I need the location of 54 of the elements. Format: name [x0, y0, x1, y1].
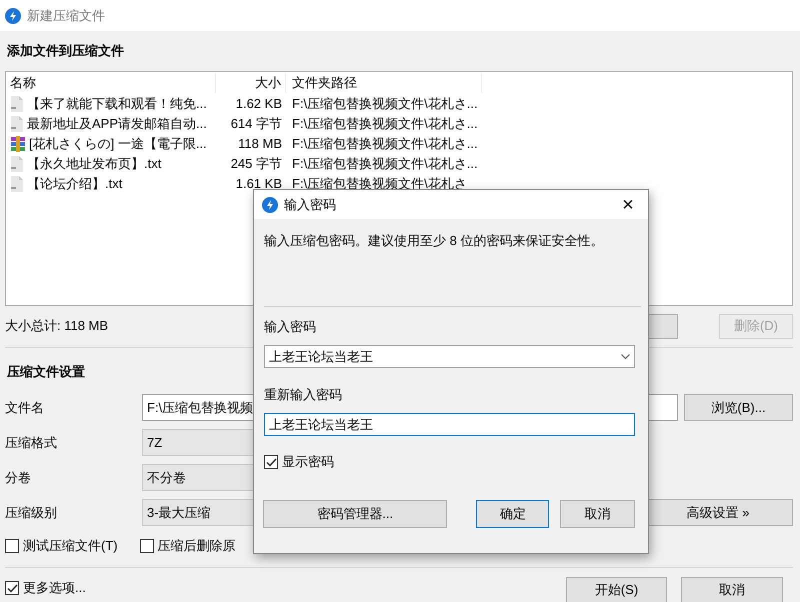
- field-label: 输入密码: [264, 318, 317, 336]
- folder-path: F:\压缩包替换视频文件\花札さ...: [291, 95, 479, 114]
- archive-icon: [10, 136, 26, 152]
- cancel-button[interactable]: 取消: [681, 577, 783, 602]
- file-size: 1.62 KB: [234, 95, 283, 114]
- folder-path: F:\压缩包替换视频文件\花札さ...: [291, 135, 479, 154]
- dialog-title: 输入密码: [284, 196, 336, 214]
- browse-button[interactable]: 浏览(B)...: [684, 394, 793, 421]
- column-header[interactable]: 名称: [6, 73, 216, 93]
- cancel-button[interactable]: 取消: [560, 500, 635, 528]
- column-header[interactable]: 文件夹路径: [286, 73, 482, 93]
- checkbox[interactable]: [140, 539, 154, 553]
- file-name: 【来了就能下载和观看！纯免...: [27, 95, 207, 114]
- close-button[interactable]: ×: [608, 194, 648, 216]
- window-title: 新建压缩文件: [27, 6, 105, 25]
- checkbox-label[interactable]: 压缩后删除原: [158, 536, 236, 556]
- app-icon: [262, 196, 278, 212]
- field-label: 重新输入密码: [264, 386, 343, 404]
- checkbox-label[interactable]: 显示密码: [282, 452, 334, 472]
- file-size: 614 字节: [230, 115, 283, 134]
- file-name: 【论坛介绍】.txt: [27, 175, 122, 194]
- section-title: 添加文件到压缩文件: [6, 42, 125, 60]
- checkbox-label[interactable]: 更多选项...: [23, 578, 86, 598]
- start-button[interactable]: 开始(S): [566, 577, 667, 602]
- file-icon: [10, 156, 24, 172]
- checkbox[interactable]: [5, 539, 19, 553]
- ok-button[interactable]: 确定: [476, 500, 550, 528]
- folder-path: F:\压缩包替换视频文件\花札さ...: [291, 115, 479, 134]
- checkbox[interactable]: [264, 455, 278, 469]
- checkbox-label[interactable]: 测试压缩文件(T): [23, 536, 118, 556]
- file-size: 245 字节: [230, 155, 283, 174]
- field-label: 分卷: [5, 468, 32, 487]
- dialog-message: 输入压缩包密码。建议使用至少 8 位的密码来保证安全性。: [264, 232, 604, 250]
- section-title: 压缩文件设置: [6, 363, 86, 381]
- total-size: 大小总计: 118 MB: [5, 317, 108, 336]
- file-icon: [10, 96, 24, 112]
- field-label: 压缩级别: [5, 504, 58, 522]
- column-header[interactable]: 大小: [216, 73, 286, 93]
- file-name: 最新地址及APP请发邮箱自动...: [27, 115, 207, 134]
- checkbox[interactable]: [5, 581, 19, 595]
- password-manager-button[interactable]: 密码管理器...: [263, 500, 448, 528]
- file-name: [花札さくらの] 一途【電子限...: [29, 135, 207, 154]
- field-label: 文件名: [5, 398, 45, 417]
- folder-path: F:\压缩包替换视频文件\花札さ...: [291, 155, 479, 174]
- file-icon: [10, 116, 24, 132]
- file-size: 1.61 KB: [234, 175, 283, 194]
- field-label: 压缩格式: [5, 434, 58, 452]
- password-dropdown[interactable]: 上老王论坛当老王: [264, 345, 635, 368]
- password-field[interactable]: 上老王论坛当老王: [264, 413, 635, 436]
- file-name: 【永久地址发布页】.txt: [27, 155, 162, 174]
- app-icon: [5, 8, 21, 24]
- file-size: 118 MB: [237, 135, 283, 154]
- caret-icon: [621, 354, 630, 360]
- file-icon: [10, 176, 24, 192]
